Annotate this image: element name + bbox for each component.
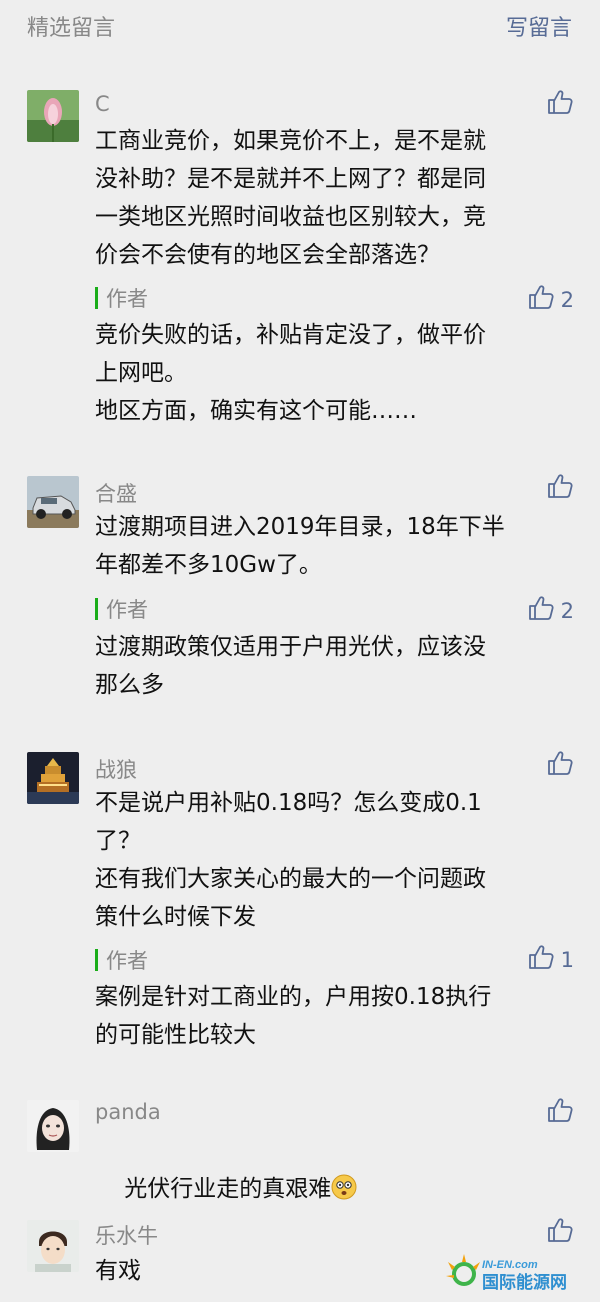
thumbs-up-icon: [546, 749, 574, 782]
watermark-brand-top: IN-EN.com: [482, 1259, 538, 1271]
avatar: [27, 752, 79, 804]
write-comment-button[interactable]: 写留言: [506, 10, 572, 42]
comment-nickname: 乐水牛: [95, 1224, 158, 1248]
author-reply-marker: [95, 949, 98, 971]
reply-like-button[interactable]: 1: [527, 943, 574, 976]
avatar: [27, 1100, 79, 1152]
comments-header: 精选留言 写留言: [0, 0, 600, 52]
like-button[interactable]: [546, 1216, 574, 1249]
author-reply-text: 案例是针对工商业的，户用按0.18执行 的可能性比较大: [95, 984, 492, 1048]
reply-like-button[interactable]: 2: [527, 283, 574, 316]
comment-text: 过渡期项目进入2019年目录，18年下半 年都差不多10Gw了。: [95, 514, 505, 578]
comment-text: 光伏行业走的真艰难: [95, 1132, 565, 1246]
watermark-logo: IN-EN.com 国际能源网: [442, 1246, 592, 1296]
avatar: [27, 476, 79, 528]
thumbs-up-icon: [527, 594, 555, 627]
thumbs-up-icon: [546, 472, 574, 505]
like-button[interactable]: [546, 749, 574, 782]
like-button[interactable]: [546, 472, 574, 505]
comment-nickname: 合盛: [95, 482, 137, 506]
comment-text-content: 光伏行业走的真艰难: [124, 1176, 332, 1202]
author-reply-label: 作者: [106, 287, 148, 311]
comment-nickname: 战狼: [95, 758, 137, 782]
author-reply-label: 作者: [106, 949, 148, 973]
featured-comments-title: 精选留言: [27, 16, 116, 41]
reply-like-count: 2: [560, 598, 574, 623]
author-reply-text: 竞价失败的话，补贴肯定没了，做平价 上网吧。 地区方面，确实有这个可能……: [95, 322, 486, 424]
thumbs-up-icon: [527, 283, 555, 316]
avatar: [27, 1220, 79, 1272]
shocked-face-emoji-icon: [331, 1174, 357, 1200]
comment-nickname: panda: [95, 1100, 161, 1124]
avatar: [27, 90, 79, 142]
author-reply-marker: [95, 598, 98, 620]
like-button[interactable]: [546, 88, 574, 121]
reply-like-count: 2: [560, 287, 574, 312]
like-button[interactable]: [546, 1096, 574, 1129]
thumbs-up-icon: [546, 1096, 574, 1129]
comment-nickname: C: [95, 92, 110, 116]
thumbs-up-icon: [546, 1216, 574, 1249]
reply-like-count: 1: [560, 947, 574, 972]
watermark-brand-bottom: 国际能源网: [482, 1272, 567, 1293]
thumbs-up-icon: [527, 943, 555, 976]
reply-like-button[interactable]: 2: [527, 594, 574, 627]
thumbs-up-icon: [546, 88, 574, 121]
author-reply-label: 作者: [106, 598, 148, 622]
author-reply-text: 过渡期政策仅适用于户用光伏，应该没 那么多: [95, 634, 486, 698]
comment-text: 工商业竞价，如果竞价不上，是不是就 没补助？是不是就并不上网了？都是同 一类地区…: [95, 128, 486, 268]
sun-logo-icon: [446, 1254, 480, 1286]
comment-text: 不是说户用补贴0.18吗？怎么变成0.1 了？ 还有我们大家关心的最大的一个问题…: [95, 790, 486, 930]
author-reply-marker: [95, 287, 98, 309]
